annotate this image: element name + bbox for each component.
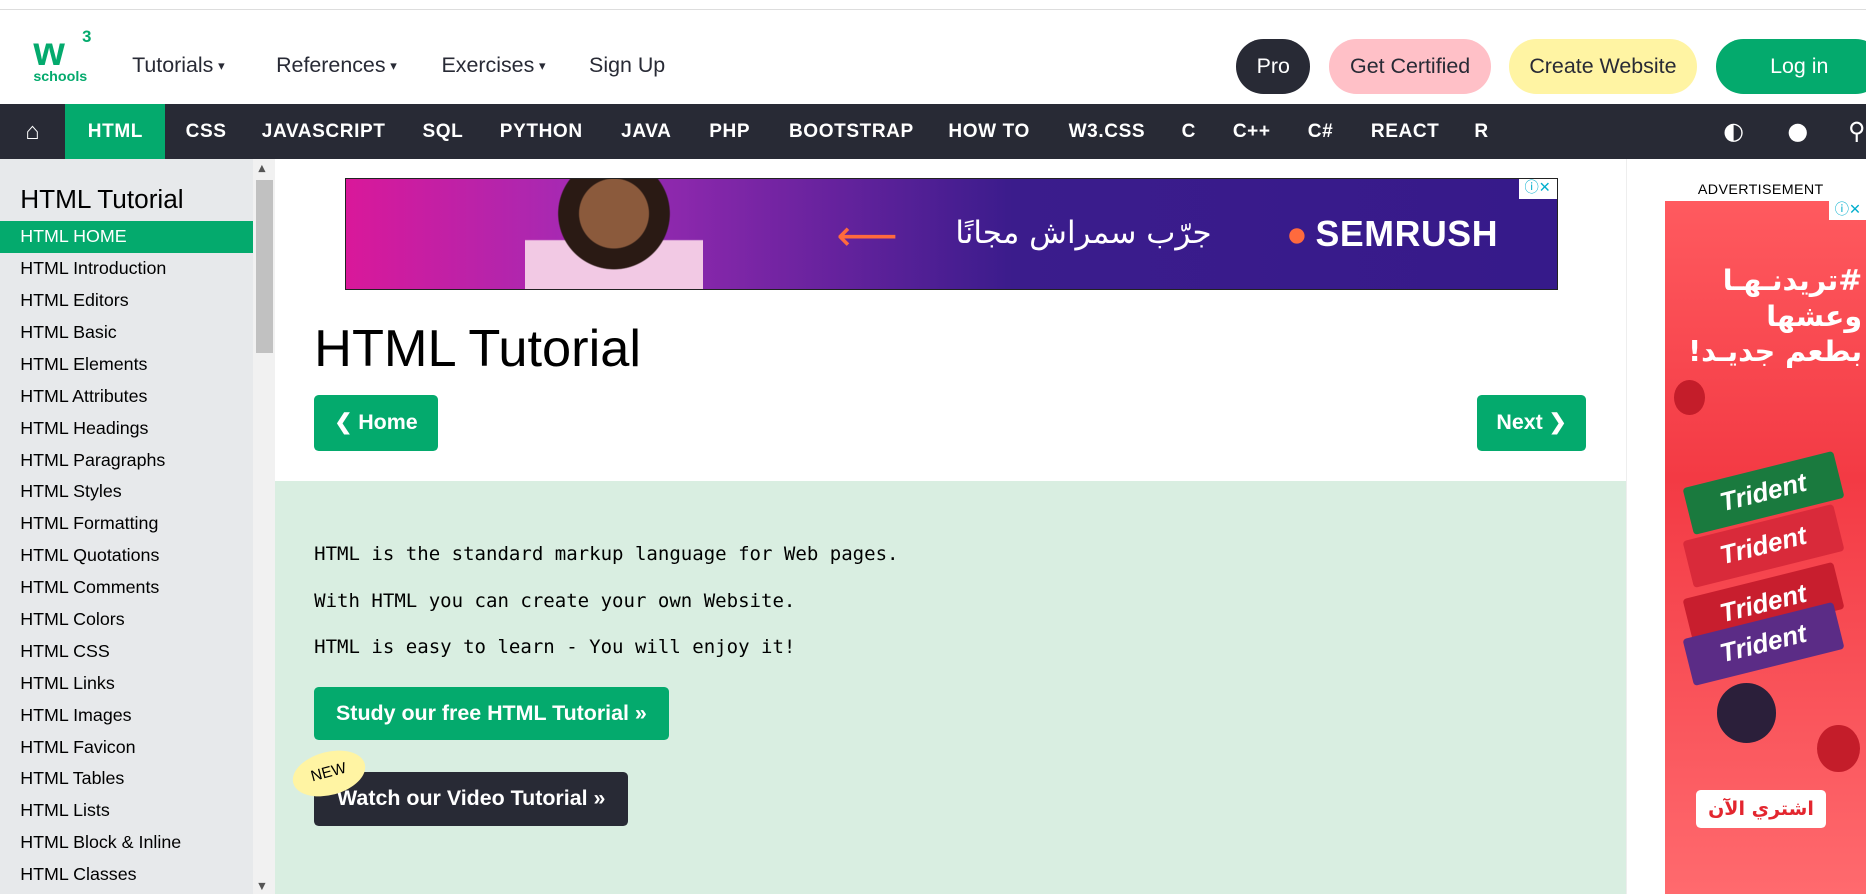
- study-tutorial-button[interactable]: Study our free HTML Tutorial »: [314, 686, 669, 741]
- sidebar: HTML Tutorial HTML HOME HTML Introduction…: [0, 159, 254, 894]
- sign-up-link[interactable]: Sign Up: [589, 53, 665, 78]
- contrast-icon[interactable]: ◐: [1723, 104, 1744, 160]
- tutorials-label: Tutorials: [132, 52, 214, 77]
- scroll-down-icon[interactable]: ▼: [258, 882, 265, 892]
- chevron-down-icon: ▾: [539, 57, 546, 73]
- watch-video-button[interactable]: Watch our Video Tutorial »: [314, 772, 629, 826]
- nav-java[interactable]: JAVA: [621, 104, 671, 160]
- nav-sql[interactable]: SQL: [422, 104, 463, 160]
- sidebar-item-html-classes[interactable]: HTML Classes: [0, 859, 253, 891]
- sidebar-item-html-elements[interactable]: HTML Elements: [0, 349, 253, 381]
- nav-csharp[interactable]: C#: [1308, 104, 1334, 160]
- strawberry-image: [1816, 724, 1860, 773]
- create-website-button[interactable]: Create Website: [1508, 39, 1697, 94]
- get-certified-button[interactable]: Get Certified: [1329, 39, 1492, 94]
- chevron-down-icon: ▾: [218, 57, 225, 73]
- nav-r[interactable]: R: [1474, 104, 1488, 160]
- sidebar-item-html-attributes[interactable]: HTML Attributes: [0, 381, 253, 413]
- sidebar-item-html-favicon[interactable]: HTML Favicon: [0, 732, 253, 764]
- sidebar-item-html-css[interactable]: HTML CSS: [0, 636, 253, 668]
- arrow-left-icon: ⟵: [836, 211, 898, 262]
- buy-now-button[interactable]: اشتري الآن: [1695, 790, 1827, 829]
- sidebar-item-html-formatting[interactable]: HTML Formatting: [0, 508, 253, 540]
- right-ad-column: ADVERTISEMENT ⓘ✕ #تريدنـهـا وعشها بطعم ج…: [1625, 159, 1866, 894]
- ad-close-icon[interactable]: ⓘ✕: [1518, 179, 1557, 199]
- nav-html[interactable]: HTML: [65, 103, 166, 160]
- ad-person-image: [524, 179, 704, 290]
- nav-how-to[interactable]: HOW TO: [948, 104, 1029, 160]
- ad-close-icon[interactable]: ⓘ✕: [1828, 201, 1866, 221]
- logo-text: schools: [33, 69, 88, 85]
- logo-sup: 3: [82, 26, 92, 46]
- sidebar-item-html-home[interactable]: HTML HOME: [0, 221, 254, 254]
- exercises-menu[interactable]: Exercises ▾: [441, 52, 546, 78]
- nav-c[interactable]: C: [1182, 104, 1196, 160]
- intro-paragraph: HTML is the standard markup language for…: [314, 543, 899, 566]
- trident-ad[interactable]: ⓘ✕ #تريدنـهـا وعشها بطعم جديـد! Trident …: [1664, 201, 1866, 894]
- references-label: References: [276, 52, 386, 77]
- advertisement-label: ADVERTISEMENT: [1697, 181, 1824, 198]
- semrush-flame-icon: ●: [1286, 213, 1309, 254]
- sidebar-item-html-styles[interactable]: HTML Styles: [0, 476, 253, 508]
- home-button[interactable]: ❮ Home: [314, 395, 438, 451]
- log-in-button[interactable]: Log in: [1715, 39, 1866, 94]
- intro-paragraph: HTML is easy to learn - You will enjoy i…: [314, 636, 796, 659]
- references-menu[interactable]: References ▾: [276, 52, 397, 78]
- home-icon[interactable]: ⌂: [0, 104, 65, 160]
- subject-navbar: ⌂ HTML CSS JAVASCRIPT SQL PYTHON JAVA PH…: [0, 103, 1866, 160]
- blackberry-image: [1716, 683, 1777, 743]
- nav-python[interactable]: PYTHON: [500, 104, 583, 160]
- nav-bootstrap[interactable]: BOOTSTRAP: [789, 104, 914, 160]
- nav-javascript[interactable]: JAVASCRIPT: [262, 104, 386, 160]
- page-title: HTML Tutorial: [314, 319, 641, 378]
- logo-mark: w: [33, 27, 65, 74]
- scrollbar-thumb[interactable]: [255, 179, 273, 354]
- sidebar-item-html-basic[interactable]: HTML Basic: [0, 317, 253, 349]
- sidebar-item-html-introduction[interactable]: HTML Introduction: [0, 253, 253, 285]
- ad-brand-name: SEMRUSH: [1315, 213, 1499, 254]
- scroll-up-icon[interactable]: ▲: [258, 164, 265, 174]
- sidebar-item-html-tables[interactable]: HTML Tables: [0, 763, 253, 795]
- w3schools-logo[interactable]: w 3 schools: [33, 26, 95, 86]
- intro-box: HTML is the standard markup language for…: [274, 480, 1626, 894]
- nav-php[interactable]: PHP: [709, 104, 750, 160]
- chevron-down-icon: ▾: [390, 57, 397, 73]
- intro-paragraph: With HTML you can create your own Websit…: [314, 589, 796, 612]
- sidebar-heading: HTML Tutorial: [20, 184, 184, 215]
- ad-headline: #تريدنـهـا وعشها بطعم جديـد!: [1688, 262, 1863, 369]
- sidebar-item-html-lists[interactable]: HTML Lists: [0, 795, 253, 827]
- sidebar-scrollbar[interactable]: ▲ ▼: [253, 159, 275, 894]
- main-content: ⟵ جرّب سمراش مجانًا ● SEMRUSH ⓘ✕ HTML Tut…: [274, 159, 1626, 894]
- nav-react[interactable]: REACT: [1371, 104, 1440, 160]
- sidebar-item-html-images[interactable]: HTML Images: [0, 700, 253, 732]
- globe-icon[interactable]: ●: [1787, 104, 1808, 160]
- strawberry-image: [1674, 379, 1706, 416]
- search-icon[interactable]: ⚲: [1848, 104, 1865, 160]
- sidebar-item-html-block-inline[interactable]: HTML Block & Inline: [0, 827, 253, 859]
- nav-w3css[interactable]: W3.CSS: [1069, 104, 1146, 160]
- nav-css[interactable]: CSS: [186, 104, 227, 160]
- sidebar-item-html-editors[interactable]: HTML Editors: [0, 285, 253, 317]
- exercises-label: Exercises: [441, 52, 535, 77]
- sidebar-item-html-comments[interactable]: HTML Comments: [0, 572, 253, 604]
- nav-cpp[interactable]: C++: [1233, 104, 1271, 160]
- sidebar-item-html-quotations[interactable]: HTML Quotations: [0, 540, 253, 572]
- ad-brand: ● SEMRUSH: [1286, 213, 1498, 256]
- sidebar-item-html-headings[interactable]: HTML Headings: [0, 413, 253, 445]
- next-button[interactable]: Next ❯: [1476, 395, 1587, 451]
- semrush-ad-banner[interactable]: ⟵ جرّب سمراش مجانًا ● SEMRUSH ⓘ✕: [345, 178, 1558, 291]
- top-border: [0, 0, 1866, 10]
- sidebar-item-html-colors[interactable]: HTML Colors: [0, 604, 253, 636]
- pro-button[interactable]: Pro: [1236, 39, 1311, 94]
- sidebar-item-html-paragraphs[interactable]: HTML Paragraphs: [0, 445, 253, 477]
- tutorials-menu[interactable]: Tutorials ▾: [132, 52, 225, 78]
- top-navbar: w 3 schools Tutorials ▾ References ▾ Exe…: [0, 9, 1866, 104]
- ad-arabic-text: جرّب سمراش مجانًا: [955, 214, 1212, 251]
- sidebar-item-html-links[interactable]: HTML Links: [0, 668, 253, 700]
